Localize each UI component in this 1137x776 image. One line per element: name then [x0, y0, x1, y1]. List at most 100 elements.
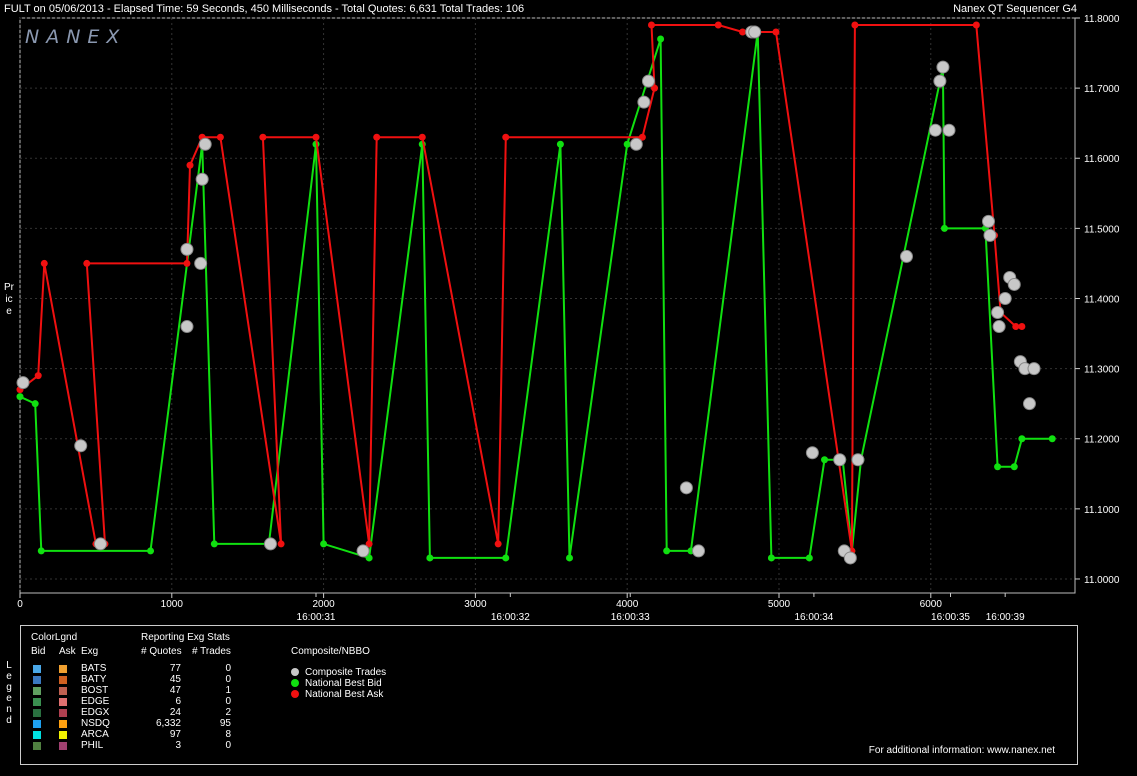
- legend-exg-header: Exg: [81, 646, 99, 657]
- series-marker: [657, 35, 665, 43]
- ask-swatch: [59, 742, 67, 750]
- series-marker: [1048, 435, 1056, 443]
- composite-trade-point: [748, 25, 762, 39]
- composite-trade-point: [180, 320, 194, 334]
- series-marker: [647, 21, 655, 29]
- exchange-name: BATY: [81, 674, 107, 685]
- nanex-logo: NANEX: [25, 26, 127, 48]
- series-marker: [426, 554, 434, 562]
- exchange-trades: 1: [225, 685, 231, 696]
- x-tick-label: 0: [17, 599, 23, 610]
- series-marker: [183, 259, 191, 267]
- time-tick-label: 16:00:32: [491, 612, 530, 620]
- exchange-name: EDGE: [81, 696, 110, 707]
- price-chart: 11.0000 11.1000 11.2000 11.3000 11.4000 11.50…: [16, 14, 1120, 620]
- ask-swatch: [59, 698, 67, 706]
- series-marker: [34, 372, 42, 380]
- series-marker: [259, 133, 267, 141]
- series-marker: [83, 259, 91, 267]
- composite-trade-point: [992, 320, 1006, 334]
- time-tick-label: 16:00:39: [986, 612, 1025, 620]
- composite-trade-point: [991, 306, 1005, 320]
- series-marker: [210, 540, 218, 548]
- bid-swatch: [33, 720, 41, 728]
- legend-side-label: Legend: [6, 660, 12, 726]
- y-tick-label: 11.2000: [1084, 435, 1120, 446]
- exchange-trades: 0: [225, 740, 231, 751]
- composite-trade-point: [1007, 277, 1021, 291]
- plot-area: [19, 17, 1076, 594]
- series-marker: [739, 28, 747, 36]
- legend-exchange-row: PHIL 3 0: [21, 740, 281, 751]
- legend-bid-header: Bid: [31, 646, 46, 657]
- series-marker: [851, 21, 859, 29]
- composite-trade-point: [679, 481, 693, 495]
- legend-exchange-row: BOST 47 1: [21, 685, 281, 696]
- series-marker: [147, 547, 155, 555]
- legend-exchange-row: EDGX 24 2: [21, 707, 281, 718]
- legend-composite-row: National Best Bid: [291, 678, 382, 689]
- legend-colorlgnd-title: ColorLgnd: [31, 632, 78, 643]
- series-marker: [502, 133, 510, 141]
- composite-trade-point: [692, 544, 706, 558]
- composite-trade-point: [263, 537, 277, 551]
- series-marker: [277, 540, 285, 548]
- series-marker: [556, 140, 564, 148]
- x-tick-label: 2000: [312, 599, 335, 610]
- series-marker: [663, 547, 671, 555]
- exchange-name: BATS: [81, 663, 107, 674]
- exchange-name: EDGX: [81, 707, 110, 718]
- y-tick-label: 11.3000: [1084, 365, 1120, 376]
- exchange-name: ARCA: [81, 729, 109, 740]
- exchange-name: NSDQ: [81, 718, 110, 729]
- bid-swatch: [33, 731, 41, 739]
- x-tick-label: 3000: [464, 599, 487, 610]
- exchange-quotes: 45: [169, 674, 181, 685]
- series-marker: [320, 540, 328, 548]
- series-marker: [16, 393, 24, 401]
- composite-trade-point: [16, 376, 30, 390]
- exchange-trades: 0: [225, 696, 231, 707]
- series-marker: [186, 161, 194, 169]
- bid-swatch: [33, 676, 41, 684]
- exchange-name: BOST: [81, 685, 109, 696]
- exchange-quotes: 24: [169, 707, 181, 718]
- composite-trade-point: [805, 446, 819, 460]
- bid-swatch: [33, 709, 41, 717]
- composite-trade-point: [629, 137, 643, 151]
- series-marker: [31, 400, 39, 408]
- time-tick-label: 16:00:31: [297, 612, 336, 620]
- legend-composite-row: National Best Ask: [291, 689, 383, 700]
- exchange-quotes: 6: [175, 696, 181, 707]
- y-tick-label: 11.6000: [1084, 154, 1120, 165]
- series-marker: [494, 540, 502, 548]
- series-marker: [502, 554, 510, 562]
- exchange-trades: 8: [225, 729, 231, 740]
- bid-swatch: [33, 687, 41, 695]
- legend-exchange-row: NSDQ 6,332 95: [21, 718, 281, 729]
- composite-trade-point: [900, 249, 914, 263]
- series-marker: [623, 140, 631, 148]
- series-marker: [216, 133, 224, 141]
- exchange-trades: 2: [225, 707, 231, 718]
- series-marker: [40, 259, 48, 267]
- legend-trades-header: # Trades: [192, 646, 231, 657]
- exchange-trades: 0: [225, 674, 231, 685]
- x-tick-label: 4000: [616, 599, 639, 610]
- series-marker: [805, 554, 813, 562]
- y-tick-label: 11.8000: [1084, 14, 1120, 25]
- time-tick-label: 16:00:33: [611, 612, 650, 620]
- y-tick-label: 11.5000: [1084, 224, 1120, 235]
- x-tick-label: 1000: [161, 599, 184, 610]
- legend-stats-title: Reporting Exg Stats: [141, 632, 230, 643]
- y-tick-label: 11.4000: [1084, 294, 1120, 305]
- chart-header-product: Nanex QT Sequencer G4: [953, 3, 1077, 15]
- x-tick-label: 6000: [920, 599, 943, 610]
- composite-trade-point: [933, 74, 947, 88]
- composite-trade-point: [843, 551, 857, 565]
- ask-swatch: [59, 709, 67, 717]
- series-marker: [772, 28, 780, 36]
- legend-composite-title: Composite/NBBO: [291, 646, 370, 657]
- exchange-quotes: 77: [169, 663, 181, 674]
- legend-exchange-row: BATS 77 0: [21, 663, 281, 674]
